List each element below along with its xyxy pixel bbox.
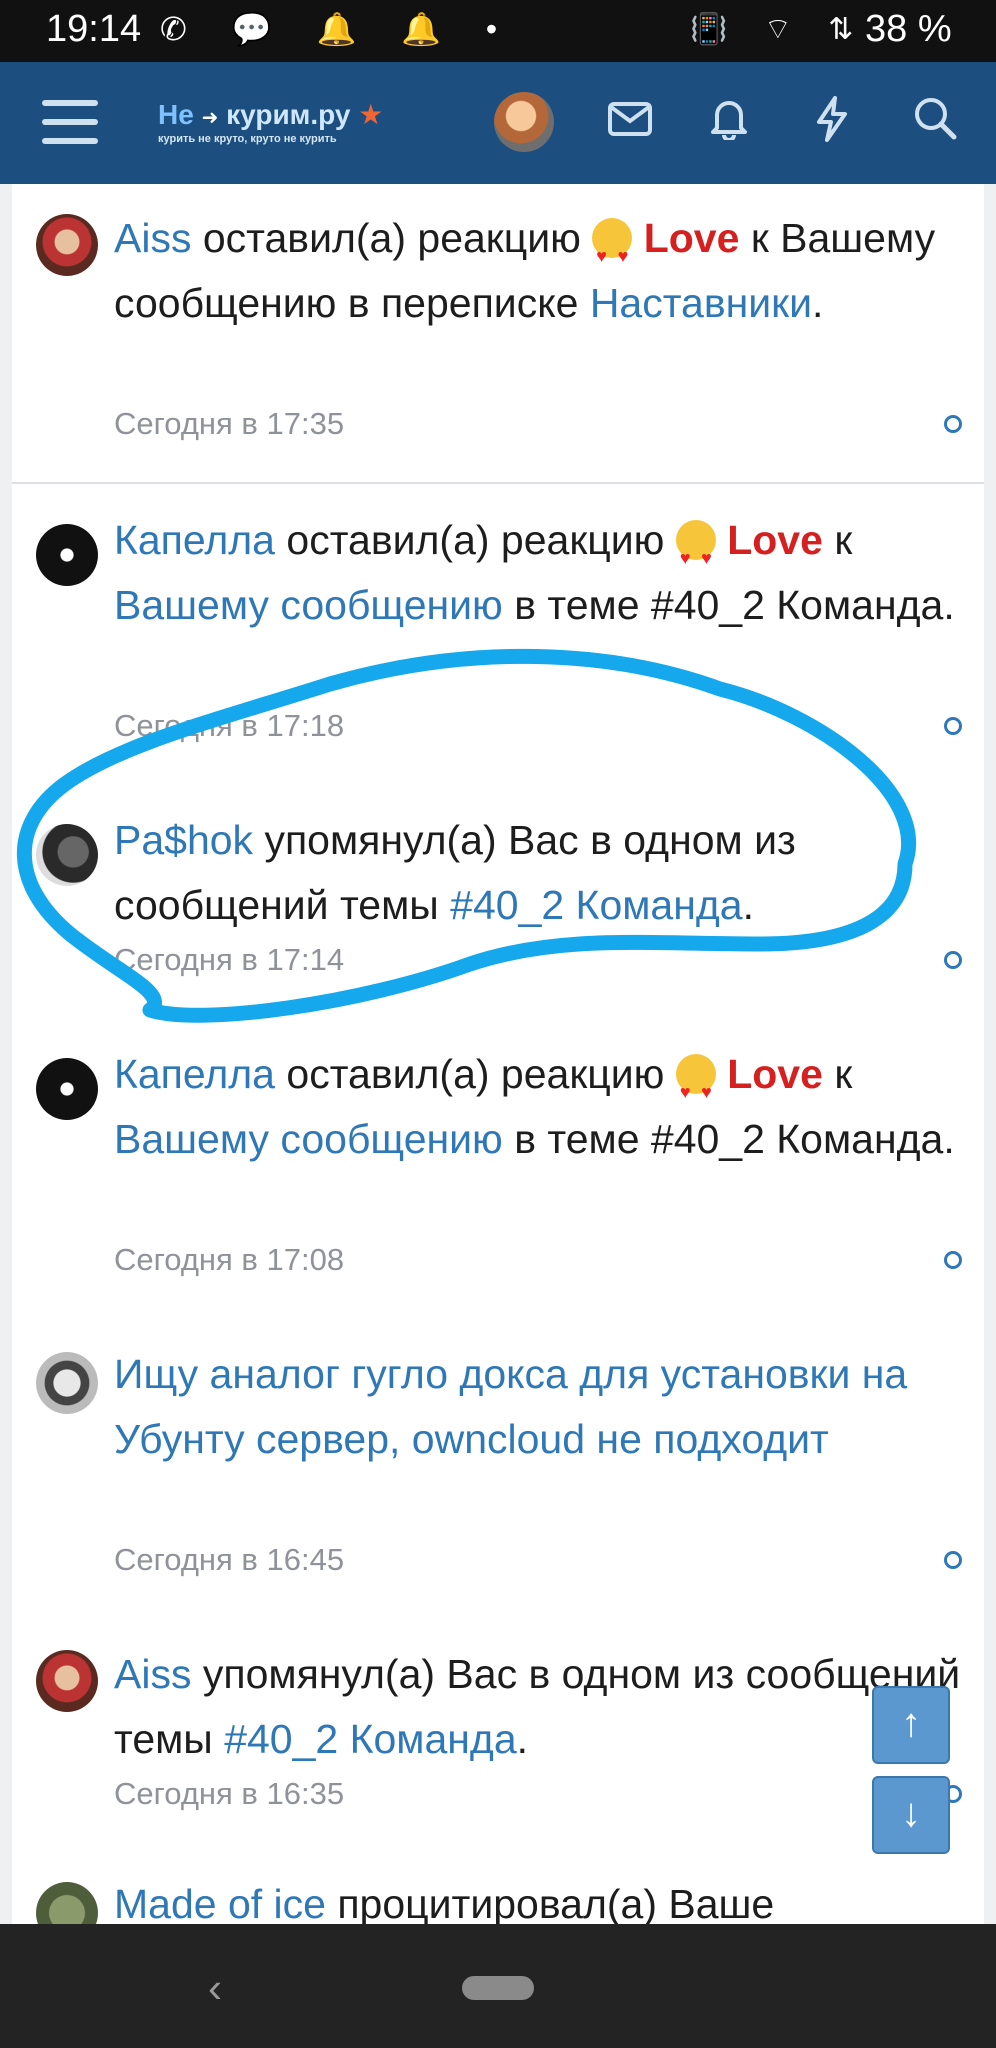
arrow-up-icon: ↑ [901,1701,921,1745]
home-pill-button[interactable] [462,1976,534,2000]
system-icons: 📳 ⌔ ⇅ [690,13,868,46]
logo-title-b: курим.ру [226,99,351,130]
logo-subtitle: курить не круто, круто не курить [158,133,337,145]
notification-list: Aiss оставил(а) реакцию Love к Вашему со… [0,184,996,1924]
notification-icons: ✆ 💬 🔔 🔔 • [160,11,516,47]
envelope-icon[interactable] [603,96,657,150]
arrow-down-icon: ↓ [901,1791,921,1835]
status-time: 19:14 [46,8,142,50]
status-bar: 19:14 ✆ 💬 🔔 🔔 • 📳 ⌔ ⇅ 38 % [0,0,996,62]
site-header: Не ➜ курим.ру ★ курить не круто, круто н… [0,62,996,184]
back-icon[interactable]: ‹ [208,1964,222,2012]
highlight-annotation [16,648,917,1023]
bell-icon[interactable] [702,96,756,150]
system-navigation-bar: ‹ [0,1924,996,2048]
bolt-icon[interactable] [805,96,859,150]
search-icon[interactable] [908,96,962,150]
battery-level: 38 % [865,8,952,50]
scroll-down-button[interactable]: ↓ [872,1776,950,1854]
site-logo[interactable]: Не ➜ курим.ру ★ курить не круто, круто н… [158,98,383,145]
menu-icon[interactable] [42,100,98,144]
scroll-up-button[interactable]: ↑ [872,1686,950,1764]
user-avatar[interactable] [494,92,554,152]
logo-title-a: Не [158,99,194,130]
